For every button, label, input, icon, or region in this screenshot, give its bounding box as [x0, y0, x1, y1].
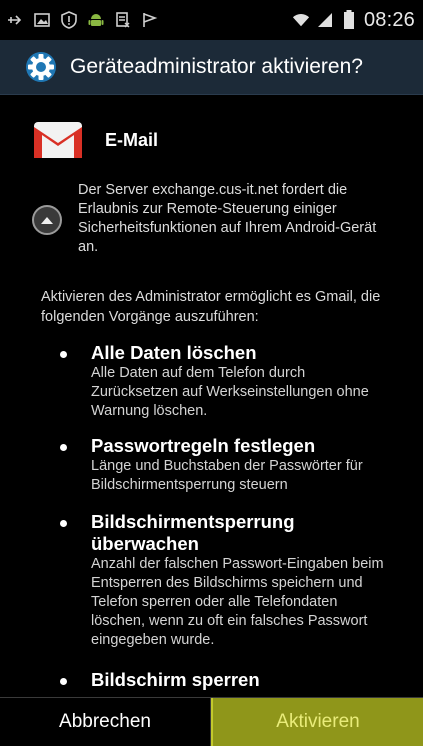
clock: 08:26: [363, 8, 415, 31]
image-icon: [33, 11, 51, 29]
bullet: [60, 678, 67, 685]
app-header: E-Mail: [33, 121, 158, 159]
permission-title: Bildschirmentsperrung überwachen: [91, 511, 295, 554]
dialog-buttons: Abbrechen Aktivieren: [0, 697, 423, 746]
permission-item: Passwortregeln festlegen Länge und Buchs…: [60, 435, 390, 495]
dialog-content[interactable]: E-Mail Der Server exchange.cus-it.net fo…: [0, 95, 423, 695]
cancel-button[interactable]: Abbrechen: [0, 698, 211, 746]
permission-title: Alle Daten löschen: [91, 342, 257, 363]
battery-icon: [340, 10, 358, 29]
signal-icon: [316, 11, 334, 29]
permission-description: Anzahl der falschen Passwort-Eingaben be…: [91, 556, 384, 648]
collapse-button[interactable]: [32, 205, 62, 235]
permission-description: Länge und Buchstaben der Passwörter für …: [91, 458, 363, 493]
system-status: 08:26: [292, 9, 423, 32]
status-bar: 08:26: [0, 0, 423, 40]
settings-icon: [26, 52, 56, 82]
permission-title: Passwortregeln festlegen: [91, 435, 316, 456]
chevron-up-icon: [41, 217, 53, 224]
permission-description: Alle Daten auf dem Telefon durch Zurücks…: [91, 365, 369, 419]
permission-title: Bildschirm sperren: [91, 669, 260, 690]
bullet: [60, 351, 67, 358]
document-icon: [114, 11, 132, 29]
activate-button[interactable]: Aktivieren: [211, 698, 423, 746]
permissions-intro: Aktivieren des Administrator ermöglicht …: [41, 289, 381, 325]
server-request: Der Server exchange.cus-it.net fordert d…: [32, 181, 412, 257]
permission-item: Bildschirm sperren: [60, 669, 390, 691]
permission-item: Alle Daten löschen Alle Daten auf dem Te…: [60, 342, 390, 421]
dialog-title-bar: Geräteadministrator aktivieren?: [0, 40, 423, 95]
server-message: Der Server exchange.cus-it.net fordert d…: [78, 182, 377, 255]
dialog-title: Geräteadministrator aktivieren?: [70, 55, 363, 78]
gmail-icon: [34, 122, 82, 158]
permission-item: Bildschirmentsperrung überwachen Anzahl …: [60, 511, 390, 650]
wifi-icon: [292, 11, 310, 29]
usb-icon: [6, 11, 24, 29]
alert-icon: [60, 11, 78, 29]
bullet: [60, 520, 67, 527]
app-name: E-Mail: [105, 129, 159, 150]
flag-icon: [141, 11, 159, 29]
android-icon: [87, 11, 105, 29]
notification-icons: [0, 11, 159, 29]
bullet: [60, 444, 67, 451]
